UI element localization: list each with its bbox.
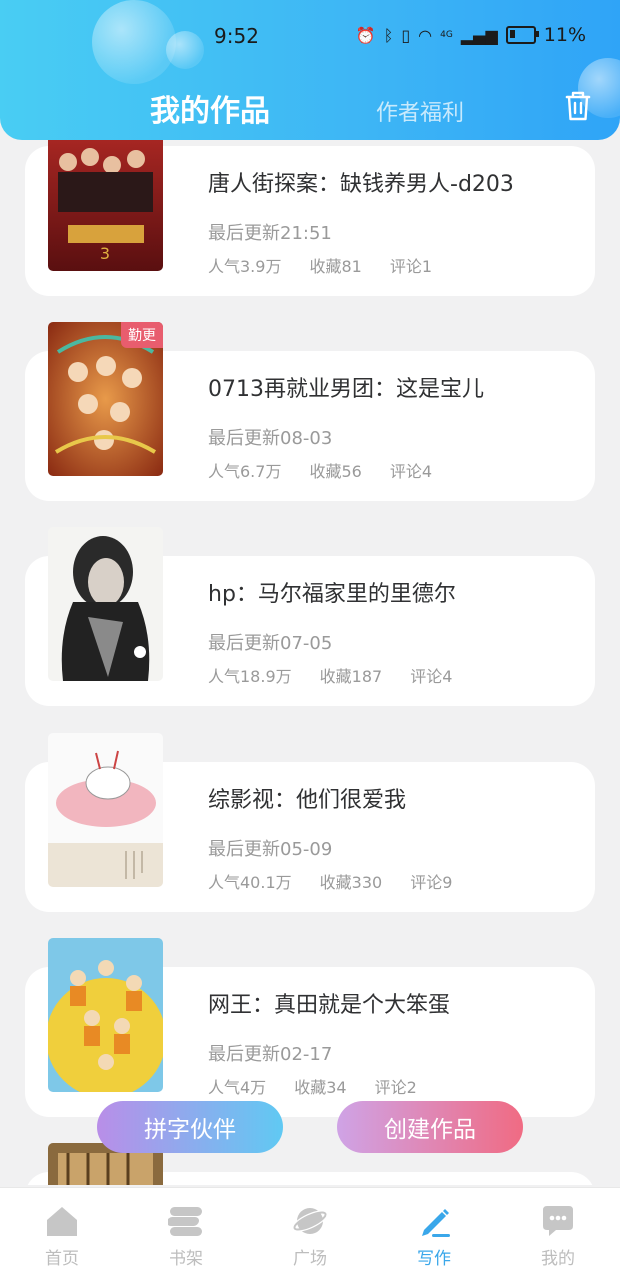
status-bar-icons: ⏰ ᛒ ▯ ◠ 4G ▂▄▆ 11% xyxy=(356,24,586,46)
nav-label: 写作 xyxy=(417,1249,451,1269)
favorites: 收藏56 xyxy=(309,462,362,481)
network-type: 4G xyxy=(440,30,453,40)
last-updated: 最后更新05-09 xyxy=(208,839,333,860)
last-updated: 最后更新02-17 xyxy=(208,1044,333,1065)
trash-icon[interactable] xyxy=(562,89,594,123)
works-list[interactable]: 3 唐人街探案：缺钱养男人-d203 最后更新21:51 人气3.9万 收藏81… xyxy=(0,0,620,1185)
decorative-bubble xyxy=(166,31,204,69)
favorites: 收藏34 xyxy=(294,1078,347,1097)
svg-text:3: 3 xyxy=(100,244,110,263)
create-work-button[interactable]: 创建作品 xyxy=(337,1101,523,1153)
book-cover[interactable]: 勤更 xyxy=(48,322,163,476)
nav-label: 我的 xyxy=(541,1249,575,1269)
chat-bubble-icon xyxy=(543,1206,573,1236)
work-stats: 人气3.9万 收藏81 评论1 xyxy=(208,253,432,277)
comments: 评论1 xyxy=(389,257,433,276)
popularity: 人气18.9万 xyxy=(208,667,292,686)
favorites: 收藏187 xyxy=(319,667,383,686)
book-cover[interactable]: 3 xyxy=(48,117,163,271)
book-cover[interactable] xyxy=(48,527,163,681)
work-stats: 人气18.9万 收藏187 评论4 xyxy=(208,663,452,687)
comments: 评论9 xyxy=(410,873,453,892)
last-updated: 最后更新07-05 xyxy=(208,633,333,654)
work-title[interactable]: hp：马尔福家里的里德尔 xyxy=(208,576,456,608)
partner-button[interactable]: 拼字伙伴 xyxy=(97,1101,283,1153)
nav-home[interactable]: 首页 xyxy=(0,1188,124,1281)
battery-icon xyxy=(505,26,539,44)
app-header: 9:52 ⏰ ᛒ ▯ ◠ 4G ▂▄▆ 11% 我的作品 作者福利 xyxy=(0,0,620,140)
nav-label: 首页 xyxy=(45,1249,79,1269)
vibrate-icon: ▯ xyxy=(401,25,411,45)
bluetooth-icon: ᛒ xyxy=(383,25,394,45)
work-title[interactable]: 0713再就业男团：这是宝儿 xyxy=(208,371,484,403)
comments: 评论2 xyxy=(374,1078,417,1097)
comments: 评论4 xyxy=(410,667,453,686)
signal-icon: ▂▄▆ xyxy=(460,25,498,45)
tab-author-benefits[interactable]: 作者福利 xyxy=(376,95,464,127)
nav-bookshelf[interactable]: 书架 xyxy=(124,1188,248,1281)
popularity: 人气3.9万 xyxy=(208,257,282,276)
work-stats: 人气6.7万 收藏56 评论4 xyxy=(208,458,432,482)
work-stats: 人气4万 收藏34 评论2 xyxy=(208,1074,417,1098)
nav-square[interactable]: 广场 xyxy=(248,1188,372,1281)
last-updated: 最后更新21:51 xyxy=(208,223,332,244)
nav-mine[interactable]: 我的 xyxy=(496,1188,620,1281)
work-title[interactable]: 综影视：他们很爱我 xyxy=(208,782,406,814)
status-time: 9:52 xyxy=(214,24,259,48)
last-updated: 最后更新08-03 xyxy=(208,428,333,449)
popularity: 人气40.1万 xyxy=(208,873,292,892)
tab-my-works[interactable]: 我的作品 xyxy=(150,86,270,130)
book-cover[interactable] xyxy=(48,938,163,1092)
work-title[interactable]: 唐人街探案：缺钱养男人-d203 xyxy=(208,166,514,198)
book-cover[interactable] xyxy=(48,733,163,887)
home-icon xyxy=(47,1207,77,1236)
work-stats: 人气40.1万 收藏330 评论9 xyxy=(208,869,452,893)
nav-label: 书架 xyxy=(169,1249,203,1269)
comments: 评论4 xyxy=(389,462,433,481)
bookshelf-icon xyxy=(168,1207,202,1236)
bottom-nav: 首页 书架 广场 写作 我的 xyxy=(0,1187,620,1281)
alarm-icon: ⏰ xyxy=(355,25,376,45)
popularity: 人气4万 xyxy=(208,1078,267,1097)
pen-icon xyxy=(422,1209,450,1237)
decorative-bubble xyxy=(92,0,176,84)
work-title[interactable]: 网王：真田就是个大笨蛋 xyxy=(208,987,450,1019)
favorites: 收藏81 xyxy=(309,257,362,276)
favorites: 收藏330 xyxy=(319,873,383,892)
planet-icon xyxy=(292,1208,328,1234)
battery-percent: 11% xyxy=(543,24,586,46)
diligent-update-badge: 勤更 xyxy=(121,322,163,348)
nav-write[interactable]: 写作 xyxy=(372,1188,496,1281)
wifi-icon: ◠ xyxy=(418,25,433,45)
popularity: 人气6.7万 xyxy=(208,462,282,481)
nav-label: 广场 xyxy=(293,1249,327,1269)
